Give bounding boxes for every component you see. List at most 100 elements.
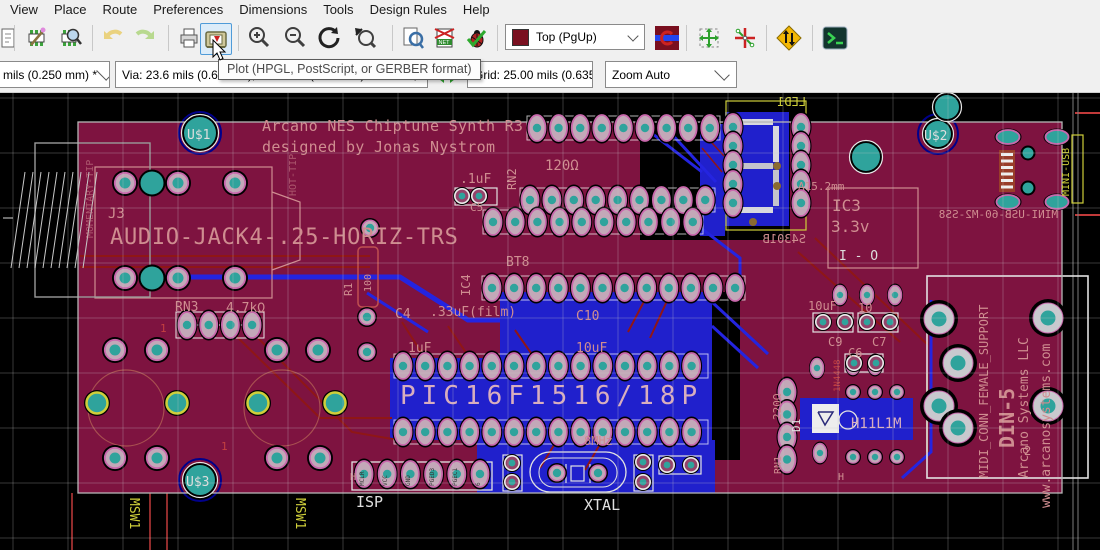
pcb-editor-window: Arcano NES Chiptune Synth R3designed by … [0, 0, 1100, 550]
svg-text:3.3v: 3.3v [831, 217, 870, 236]
layer-select-value: Top (PgUp) [536, 30, 597, 44]
menu-item-place[interactable]: Place [46, 1, 95, 19]
ratsnest-button[interactable] [730, 23, 760, 53]
svg-text:MINI-USB: MINI-USB [1061, 148, 1072, 196]
mouse-cursor [212, 39, 228, 66]
svg-text:MOMENTARY-TIP: MOMENTARY-TIP [85, 160, 96, 238]
menu-item-route[interactable]: Route [94, 1, 145, 19]
layer-color-swatch [512, 29, 529, 46]
svg-text:Arcano NES Chiptune Synth R3: Arcano NES Chiptune Synth R3 [262, 117, 523, 135]
zoom-out-button[interactable] [280, 23, 310, 53]
toolbar: NET Top (PgUp) [0, 19, 1100, 58]
svg-text:.1uF: .1uF [460, 172, 491, 187]
svg-text:U$1: U$1 [187, 128, 210, 143]
zoom-out-icon [282, 25, 308, 51]
terminal-icon [822, 25, 848, 51]
svg-text:C4: C4 [395, 307, 411, 322]
zoom-select[interactable]: Zoom Auto [605, 61, 737, 88]
svg-text:IC3: IC3 [832, 196, 861, 215]
grid-select[interactable]: Grid: 25.00 mils (0.6350 mm) [467, 61, 593, 88]
chevron-down-icon [96, 65, 110, 81]
find-component-icon [58, 25, 84, 51]
tooltip: Plot (HPGL, PostScript, or GERBER format… [218, 59, 481, 80]
svg-text:H: H [838, 472, 844, 483]
layer-pair-icon [654, 25, 680, 51]
svg-text:C9: C9 [828, 335, 842, 349]
chevron-down-icon [627, 30, 638, 41]
svg-text:D1: D1 [790, 419, 803, 432]
zoom-window-button[interactable] [350, 23, 380, 53]
redo-icon [132, 25, 158, 51]
svg-text:I - O: I - O [839, 249, 878, 264]
svg-text:C7: C7 [872, 335, 886, 349]
svg-text:120Ω: 120Ω [545, 158, 579, 174]
check-net-button[interactable]: NET [430, 23, 460, 53]
svg-text:DIN-5: DIN-5 [995, 388, 1019, 448]
svg-text:VCC: VCC [382, 475, 389, 486]
svg-text:HOT-TIP: HOT-TIP [288, 154, 299, 196]
redo-button[interactable] [130, 23, 160, 53]
svg-text:10uF: 10uF [808, 299, 837, 313]
check-net-icon: NET [432, 25, 458, 51]
svg-text:H: H [350, 472, 356, 483]
svg-text:PIC16F1516/18P: PIC16F1516/18P [400, 381, 703, 411]
undo-icon [100, 25, 126, 51]
layer-pair-button[interactable] [652, 23, 682, 53]
edit-component-icon [24, 25, 50, 51]
trace-width-select[interactable]: mils (0.250 mm) * [0, 61, 110, 88]
svg-text:MCLR: MCLR [359, 471, 366, 486]
preview-button[interactable] [398, 23, 428, 53]
svg-text:8MHz: 8MHz [584, 434, 613, 448]
svg-text:S4301B: S4301B [763, 232, 806, 246]
svg-text:MSW1: MSW1 [126, 498, 141, 529]
move-pattern-button[interactable] [694, 23, 724, 53]
menu-item-tools[interactable]: Tools [315, 1, 361, 19]
svg-text:XTAL: XTAL [584, 496, 620, 514]
menu-item-view[interactable]: View [2, 1, 46, 19]
svg-text:1: 1 [160, 322, 167, 335]
zoom-window-icon [352, 25, 378, 51]
trace-width-value: mils (0.250 mm) * [0, 68, 97, 82]
svg-text:10uF: 10uF [576, 341, 607, 356]
layer-select[interactable]: Top (PgUp) [505, 24, 645, 50]
script-console-button[interactable] [820, 23, 850, 53]
svg-text:C6: C6 [848, 346, 862, 360]
update-structure-button[interactable] [774, 23, 804, 53]
svg-text:H11L1M: H11L1M [851, 416, 902, 432]
zoom-in-button[interactable] [244, 23, 274, 53]
svg-text:RN1: RN1 [773, 456, 784, 474]
menu-item-preferences[interactable]: Preferences [145, 1, 231, 19]
svg-text:IC4: IC4 [459, 274, 473, 296]
svg-text:RN3: RN3 [175, 300, 198, 315]
grid-value: Grid: 25.00 mils (0.6350 mm) [468, 68, 593, 82]
redraw-icon [316, 25, 342, 51]
redraw-button[interactable] [314, 23, 344, 53]
edit-component-button[interactable] [22, 23, 52, 53]
cursor-arrow-icon [212, 39, 228, 61]
menu-item-design-rules[interactable]: Design Rules [362, 1, 455, 19]
svg-text:1: 1 [221, 440, 228, 453]
svg-text:LED1: LED1 [777, 95, 806, 109]
svg-text:RN2: RN2 [505, 168, 519, 190]
undo-button[interactable] [98, 23, 128, 53]
svg-text:1uF: 1uF [408, 341, 432, 356]
menu-item-help[interactable]: Help [455, 1, 498, 19]
find-component-button[interactable] [56, 23, 86, 53]
update-structure-icon [776, 25, 802, 51]
verification-button[interactable] [462, 23, 492, 53]
svg-text:MINI-USB-60-M2-SS8: MINI-USB-60-M2-SS8 [939, 208, 1058, 221]
svg-text:2: 2 [1024, 444, 1031, 458]
svg-text:10: 10 [858, 301, 872, 315]
svg-text:MIDI_CONN_FEMALE_SUPPORT: MIDI_CONN_FEMALE_SUPPORT [977, 305, 991, 478]
svg-text:C10: C10 [576, 309, 599, 324]
zoom-value: Zoom Auto [606, 68, 670, 82]
menu-item-dimensions[interactable]: Dimensions [231, 1, 315, 19]
svg-text:100: 100 [363, 274, 374, 292]
svg-text:GND: GND [405, 475, 412, 486]
menu-bar: ViewPlaceRoutePreferencesDimensionsTools… [0, 0, 1100, 19]
svg-text:MSW1: MSW1 [292, 498, 307, 529]
svg-text:R1: R1 [342, 283, 355, 296]
preview-icon [400, 25, 426, 51]
chevron-down-icon [714, 65, 730, 81]
svg-text:220Ω: 220Ω [771, 393, 784, 420]
